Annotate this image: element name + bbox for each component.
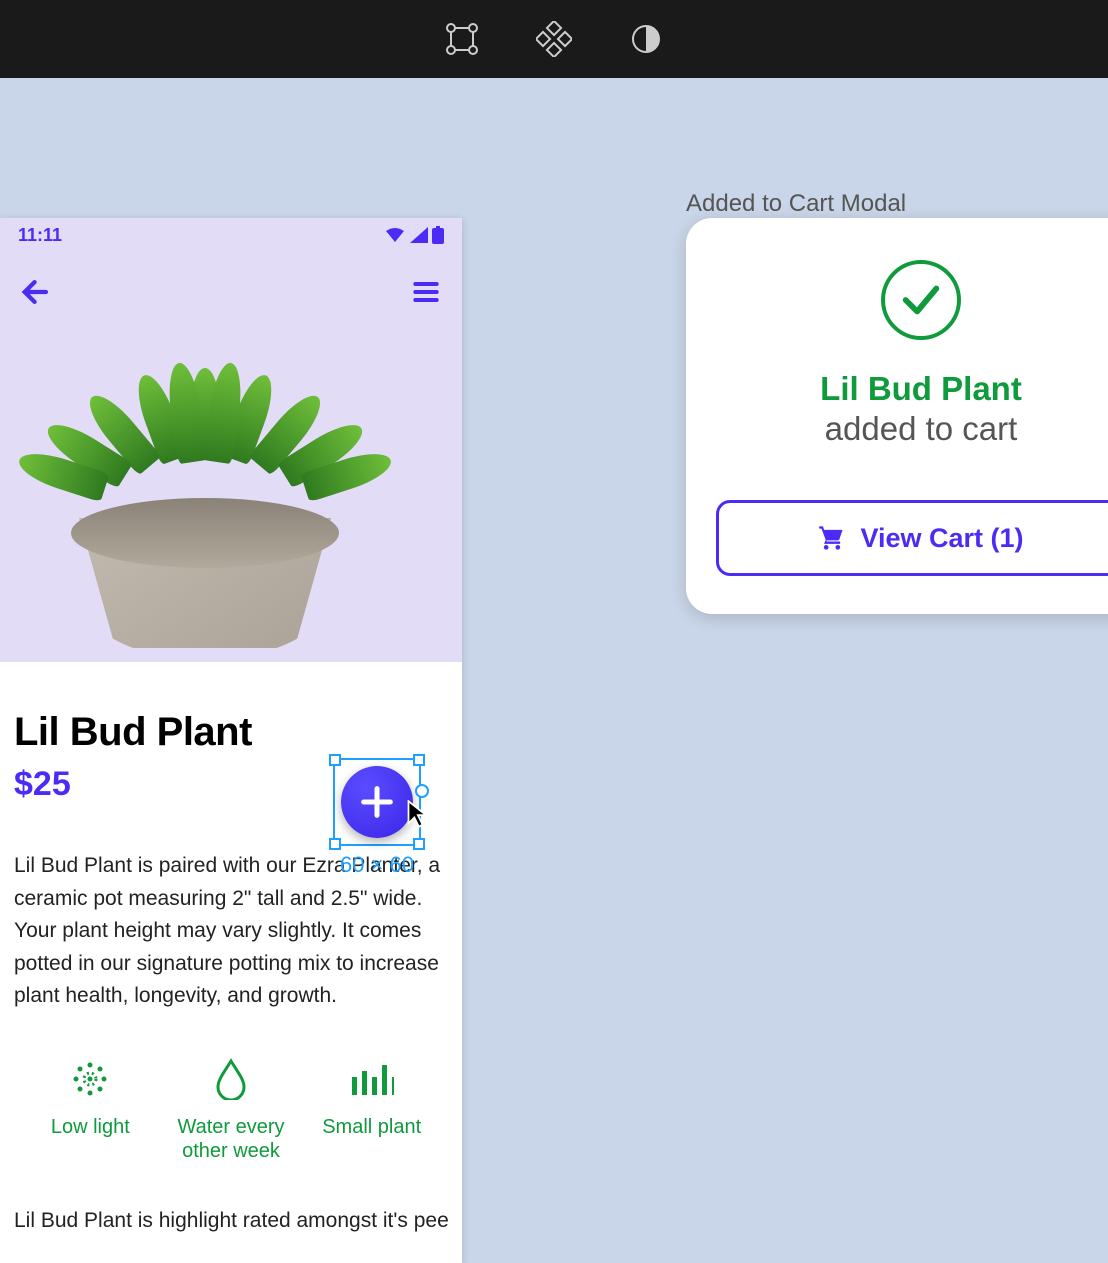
bars-small-icon	[309, 1057, 434, 1101]
cart-icon	[818, 524, 846, 552]
frame-tool-icon[interactable]	[444, 21, 480, 57]
wifi-icon	[384, 227, 406, 243]
plus-icon	[357, 782, 397, 822]
frame-product-detail[interactable]: 11:11	[0, 218, 462, 1263]
view-cart-button[interactable]: View Cart (1)	[716, 500, 1108, 576]
resize-handle-br[interactable]	[413, 838, 425, 850]
resize-handle-tr[interactable]	[413, 754, 425, 766]
product-features: Low light Water every other week Small p…	[14, 1057, 448, 1163]
success-check-icon	[881, 260, 961, 340]
product-description-2: Lil Bud Plant is highlight rated amongst…	[14, 1209, 448, 1233]
feature-label: Low light	[28, 1115, 153, 1139]
feature-label: Small plant	[309, 1115, 434, 1139]
signal-icon	[410, 227, 428, 243]
rotation-handle[interactable]	[415, 784, 429, 798]
cursor-pointer-icon	[407, 800, 431, 828]
fab-selection[interactable]: 60 × 60	[333, 758, 421, 846]
sun-low-icon	[28, 1057, 153, 1101]
frame-label-detail[interactable]: tail	[0, 190, 1, 218]
feature-size: Small plant	[301, 1057, 442, 1163]
selection-dimensions: 60 × 60	[333, 852, 421, 878]
modal-product-name: Lil Bud Plant	[820, 370, 1022, 408]
product-hero: 11:11	[0, 218, 462, 662]
resize-handle-bl[interactable]	[329, 838, 341, 850]
modal-subtitle: added to cart	[825, 410, 1018, 448]
feature-light: Low light	[20, 1057, 161, 1163]
add-to-cart-fab[interactable]	[341, 766, 413, 838]
design-tool-toolbar	[0, 0, 1108, 78]
hamburger-icon	[410, 276, 442, 308]
product-title: Lil Bud Plant	[14, 710, 448, 755]
frame-added-to-cart-modal[interactable]: Lil Bud Plant added to cart View Cart (1…	[686, 218, 1108, 614]
view-cart-label: View Cart (1)	[860, 523, 1023, 554]
battery-icon	[432, 226, 444, 244]
status-icons	[384, 226, 444, 244]
menu-button[interactable]	[406, 272, 446, 312]
status-bar: 11:11	[0, 218, 462, 252]
feature-water: Water every other week	[161, 1057, 302, 1163]
resize-handle-tl[interactable]	[329, 754, 341, 766]
contrast-mask-icon[interactable]	[628, 21, 664, 57]
feature-label: Water every other week	[169, 1115, 294, 1163]
frame-label-modal[interactable]: Added to Cart Modal	[686, 190, 906, 218]
product-body: Lil Bud Plant $25 Lil Bud Plant is paire…	[0, 662, 462, 1263]
status-time: 11:11	[18, 225, 62, 246]
components-icon[interactable]	[536, 21, 572, 57]
product-image	[45, 298, 345, 658]
design-canvas[interactable]: tail Added to Cart Modal 11:11	[0, 78, 1108, 1108]
water-drop-icon	[169, 1057, 294, 1101]
